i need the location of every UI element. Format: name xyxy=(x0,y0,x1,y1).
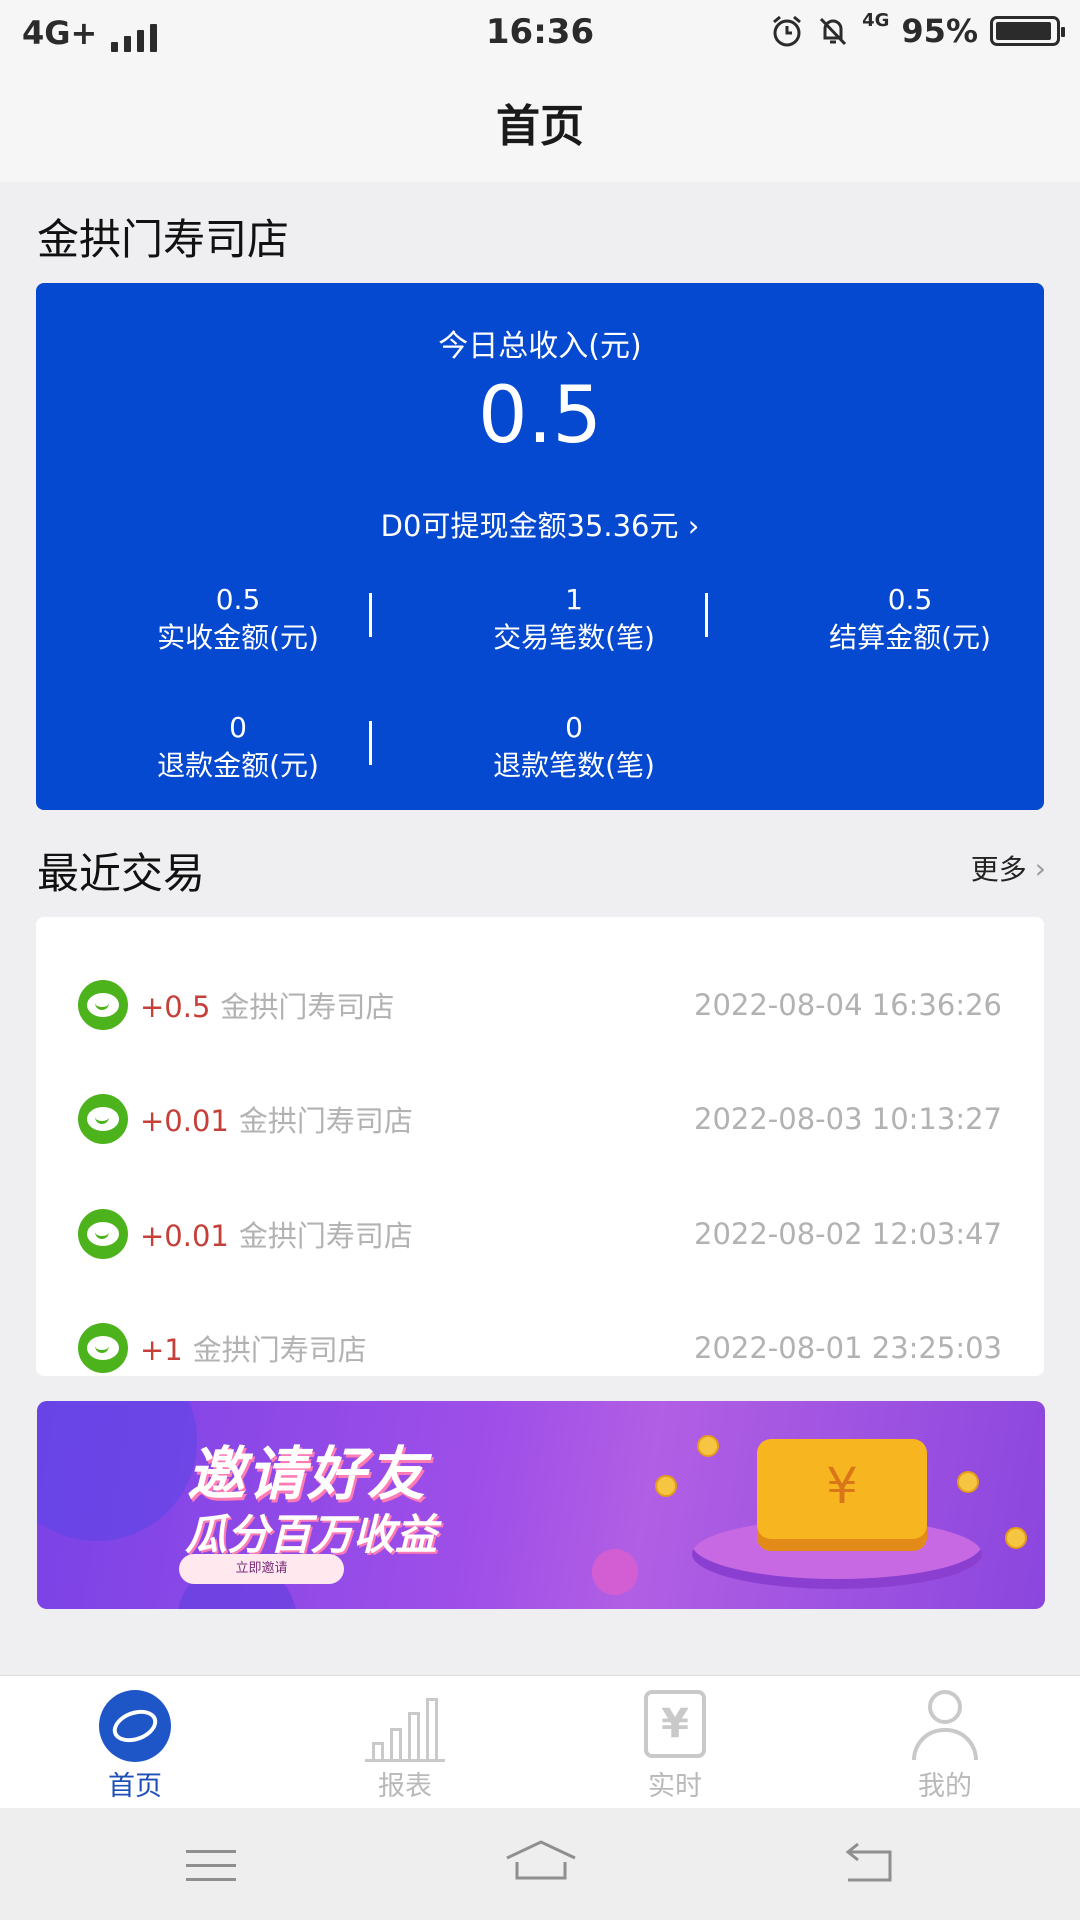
user-icon xyxy=(865,1690,1025,1762)
tab-realtime[interactable]: ¥ 实时 xyxy=(595,1690,755,1803)
yen-receipt-icon: ¥ xyxy=(644,1690,706,1758)
store-name: 金拱门寿司店 xyxy=(37,215,290,264)
top-area: 4G+ 16:36 4G 95% 首页 xyxy=(0,0,1080,182)
tab-label: 首页 xyxy=(108,1771,162,1802)
stat-label: 退款金额(元) xyxy=(157,749,319,782)
transaction-store: 金拱门寿司店 xyxy=(192,1333,367,1367)
home-icon[interactable] xyxy=(505,1838,577,1884)
stat-settlement: 0.5 结算金额(元) xyxy=(760,581,1060,657)
stat-value: 0.5 xyxy=(215,583,261,616)
yen-icon: ¥ xyxy=(826,1457,858,1515)
transaction-amount: +1 xyxy=(140,1333,183,1367)
stat-divider xyxy=(369,593,372,637)
stat-count: 1 交易笔数(笔) xyxy=(424,581,724,657)
transaction-info: +0.5 金拱门寿司店 xyxy=(140,984,394,1026)
stat-value: 0 xyxy=(565,711,583,744)
transaction-row[interactable]: +1 金拱门寿司店 2022-08-01 23:25:03 xyxy=(36,1318,1044,1378)
total-income-value: 0.5 xyxy=(477,371,603,461)
invite-banner[interactable]: 邀请好友 瓜分百万收益 立即邀请 ¥ xyxy=(37,1401,1045,1609)
transaction-row[interactable]: +0.5 金拱门寿司店 2022-08-04 16:36:26 xyxy=(36,975,1044,1035)
status-bar: 4G+ 16:36 4G 95% xyxy=(0,0,1080,66)
banner-decoration xyxy=(592,1549,638,1595)
banner-subtitle: 瓜分百万收益 xyxy=(185,1510,438,1559)
stat-label: 交易笔数(笔) xyxy=(493,621,655,654)
mobile-data-indicator: 4G xyxy=(862,10,890,31)
invite-now-button[interactable]: 立即邀请 xyxy=(179,1554,344,1584)
transaction-info: +1 金拱门寿司店 xyxy=(140,1327,367,1369)
withdraw-text: D0可提现金额35.36元 xyxy=(380,509,679,543)
total-income-label: 今日总收入(元) xyxy=(438,329,642,364)
coin-icon xyxy=(697,1435,719,1457)
withdraw-link[interactable]: D0可提现金额35.36元 › xyxy=(36,503,1044,545)
coin-icon xyxy=(957,1471,979,1493)
bottom-tab-bar: 首页 报表 ¥ 实时 我的 xyxy=(0,1675,1080,1808)
tab-home[interactable]: 首页 xyxy=(55,1690,215,1803)
wechat-pay-icon xyxy=(78,980,128,1030)
banner-decoration xyxy=(37,1401,197,1541)
stat-divider xyxy=(369,721,372,765)
transaction-amount: +0.5 xyxy=(140,990,211,1024)
realtime-icon-wrap: ¥ xyxy=(595,1690,755,1762)
stat-label: 实收金额(元) xyxy=(157,621,319,654)
status-right: 4G 95% xyxy=(770,10,1065,50)
banner-title: 邀请好友 xyxy=(187,1440,428,1508)
chevron-right-icon: › xyxy=(687,509,700,543)
stat-value: 0.5 xyxy=(887,583,933,616)
transaction-store: 金拱门寿司店 xyxy=(238,1104,413,1138)
chevron-right-icon: › xyxy=(1034,851,1046,885)
wechat-pay-icon xyxy=(78,1094,128,1144)
transaction-time: 2022-08-03 10:13:27 xyxy=(694,1102,1002,1136)
tab-label: 报表 xyxy=(378,1771,432,1802)
tab-label: 我的 xyxy=(918,1771,972,1802)
stat-value: 0 xyxy=(229,711,247,744)
stat-refund-count: 0 退款笔数(笔) xyxy=(424,709,724,785)
transaction-store: 金拱门寿司店 xyxy=(238,1219,413,1253)
transaction-amount: +0.01 xyxy=(140,1104,229,1138)
transaction-info: +0.01 金拱门寿司店 xyxy=(140,1098,413,1140)
stat-label: 退款笔数(笔) xyxy=(493,749,655,782)
transactions-list: +0.5 金拱门寿司店 2022-08-04 16:36:26 +0.01 金拱门寿… xyxy=(36,917,1044,1376)
more-label: 更多 xyxy=(970,853,1027,886)
tab-mine[interactable]: 我的 xyxy=(865,1690,1025,1803)
stat-label: 结算金额(元) xyxy=(829,621,991,654)
transaction-time: 2022-08-01 23:25:03 xyxy=(694,1331,1002,1365)
transaction-time: 2022-08-04 16:36:26 xyxy=(694,988,1002,1022)
transaction-row[interactable]: +0.01 金拱门寿司店 2022-08-02 12:03:47 xyxy=(36,1204,1044,1264)
mute-bell-icon xyxy=(820,17,847,46)
wechat-pay-icon xyxy=(78,1323,128,1373)
more-button[interactable]: 更多 › xyxy=(971,848,1046,888)
home-logo-icon xyxy=(55,1690,215,1762)
system-nav-bar xyxy=(0,1808,1080,1920)
alarm-icon xyxy=(773,15,802,47)
bar-chart-icon xyxy=(325,1690,485,1762)
income-card: 今日总收入(元) 0.5 D0可提现金额35.36元 › 0.5 实收金额(元)… xyxy=(36,283,1044,810)
transaction-amount: +0.01 xyxy=(140,1219,229,1253)
transaction-info: +0.01 金拱门寿司店 xyxy=(140,1213,413,1255)
transaction-time: 2022-08-02 12:03:47 xyxy=(694,1217,1002,1251)
wallet-icon: ¥ xyxy=(757,1439,927,1551)
stat-value: 1 xyxy=(565,583,583,616)
page-title: 首页 xyxy=(496,101,584,152)
back-icon[interactable] xyxy=(842,1842,898,1888)
battery-icon xyxy=(990,16,1065,46)
stat-received: 0.5 实收金额(元) xyxy=(88,581,388,657)
coin-icon xyxy=(1005,1527,1027,1549)
stat-refund-amount: 0 退款金额(元) xyxy=(88,709,388,785)
stat-divider xyxy=(705,593,708,637)
wechat-pay-icon xyxy=(78,1209,128,1259)
coin-icon xyxy=(655,1475,677,1497)
recent-transactions-title: 最近交易 xyxy=(37,849,206,898)
battery-percent: 95% xyxy=(901,12,978,50)
tab-reports[interactable]: 报表 xyxy=(325,1690,485,1803)
transaction-row[interactable]: +0.01 金拱门寿司店 2022-08-03 10:13:27 xyxy=(36,1089,1044,1149)
menu-icon[interactable] xyxy=(181,1850,241,1894)
transaction-store: 金拱门寿司店 xyxy=(220,990,395,1024)
tab-label: 实时 xyxy=(648,1771,702,1802)
